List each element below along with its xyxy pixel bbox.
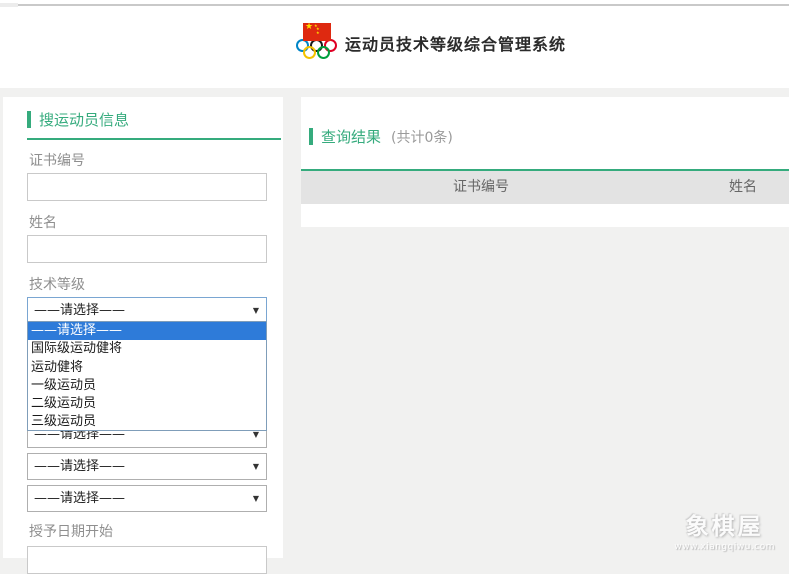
filter-select-4-value: ——请选择—— xyxy=(34,491,125,506)
green-accent-bar xyxy=(27,111,31,128)
results-title-row: 查询结果 (共计0条) xyxy=(309,126,453,148)
filter-select-4[interactable]: ——请选择—— ▼ xyxy=(27,485,267,512)
results-count: (共计0条) xyxy=(391,127,453,147)
flag-star-icon: ★ xyxy=(316,31,320,35)
site-watermark: 象棋屋 www.xiangqiwu.com xyxy=(674,507,775,552)
query-results-panel: 查询结果 (共计0条) 证书编号 姓名 xyxy=(301,97,789,227)
watermark-url: www.xiangqiwu.com xyxy=(674,542,775,552)
grant-date-start-input[interactable] xyxy=(27,546,267,574)
filter-select-3-value: ——请选择—— xyxy=(34,459,125,474)
watermark-title: 象棋屋 xyxy=(674,507,775,541)
results-table-header: 证书编号 姓名 xyxy=(301,171,789,204)
grant-date-start-label: 授予日期开始 xyxy=(29,523,283,542)
dropdown-option[interactable]: 一级运动员 xyxy=(28,377,266,395)
grade-label: 技术等级 xyxy=(29,276,283,295)
certificate-number-label: 证书编号 xyxy=(29,152,283,171)
flag-star-icon: ★ xyxy=(305,23,313,32)
top-border-line xyxy=(18,4,789,6)
dropdown-option[interactable]: 国际级运动健将 xyxy=(28,340,266,358)
top-border-stub xyxy=(0,3,18,7)
chevron-down-icon: ▼ xyxy=(253,298,259,323)
chevron-down-icon: ▼ xyxy=(253,486,259,511)
dropdown-option[interactable]: 三级运动员 xyxy=(28,413,266,431)
grade-select[interactable]: ——请选择—— ▼ xyxy=(27,297,267,324)
results-title: 查询结果 xyxy=(321,126,381,147)
dropdown-option[interactable]: 运动健将 xyxy=(28,359,266,377)
grade-select-value: ——请选择—— xyxy=(34,303,125,318)
sidebar-title-row: 搜运动员信息 xyxy=(27,109,281,140)
olympic-rings-icon xyxy=(295,38,339,62)
green-accent-bar xyxy=(309,128,313,145)
china-flag-icon: ★ ★ ★ ★ xyxy=(303,23,331,41)
results-table-empty-body xyxy=(301,204,789,227)
chevron-down-icon: ▼ xyxy=(253,454,259,479)
column-header-name: 姓名 xyxy=(661,171,789,204)
dropdown-option[interactable]: ——请选择—— xyxy=(28,322,266,340)
certificate-number-input[interactable] xyxy=(27,173,267,201)
dropdown-option[interactable]: 二级运动员 xyxy=(28,395,266,413)
app-title: 运动员技术等级综合管理系统 xyxy=(345,31,566,55)
column-header-certificate-number: 证书编号 xyxy=(301,171,661,204)
name-label: 姓名 xyxy=(29,214,283,233)
olympic-committee-logo-icon: ★ ★ ★ ★ xyxy=(295,22,339,62)
sidebar-title: 搜运动员信息 xyxy=(39,109,129,130)
name-input[interactable] xyxy=(27,235,267,263)
filter-select-3[interactable]: ——请选择—— ▼ xyxy=(27,453,267,480)
grade-select-dropdown: ——请选择—— 国际级运动健将 运动健将 一级运动员 二级运动员 三级运动员 xyxy=(27,321,267,431)
app-header: ★ ★ ★ ★ 运动员技术等级综合管理系统 xyxy=(0,0,789,88)
